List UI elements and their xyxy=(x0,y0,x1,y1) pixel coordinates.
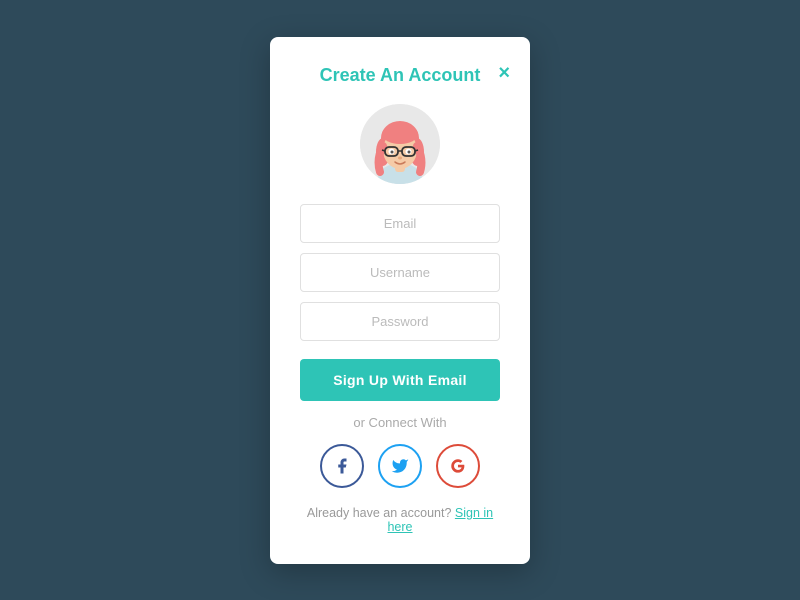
username-field-group xyxy=(300,253,500,292)
or-connect-label: or Connect With xyxy=(300,415,500,430)
create-account-modal: Create An Account × xyxy=(270,37,530,564)
modal-header: Create An Account × xyxy=(300,65,500,86)
signin-text: Already have an account? Sign in here xyxy=(300,506,500,534)
modal-title: Create An Account xyxy=(320,65,481,86)
avatar-image xyxy=(360,104,440,184)
avatar xyxy=(360,104,440,184)
avatar-container xyxy=(300,104,500,184)
username-input[interactable] xyxy=(300,253,500,292)
twitter-button[interactable] xyxy=(378,444,422,488)
email-input[interactable] xyxy=(300,204,500,243)
social-buttons xyxy=(300,444,500,488)
google-button[interactable] xyxy=(436,444,480,488)
password-field-group xyxy=(300,302,500,341)
password-input[interactable] xyxy=(300,302,500,341)
signup-button[interactable]: Sign Up With Email xyxy=(300,359,500,401)
facebook-button[interactable] xyxy=(320,444,364,488)
close-button[interactable]: × xyxy=(498,63,510,83)
email-field-group xyxy=(300,204,500,243)
